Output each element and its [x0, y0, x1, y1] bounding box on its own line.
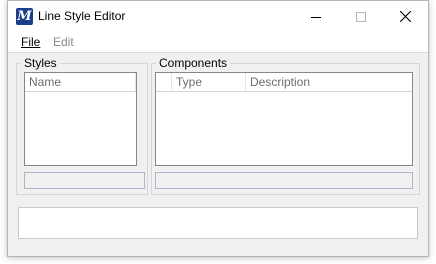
- maximize-icon: [355, 11, 366, 22]
- app-icon[interactable]: M: [16, 8, 33, 25]
- close-button[interactable]: [383, 1, 428, 32]
- styles-list-header: Name: [25, 73, 136, 92]
- column-header-description[interactable]: Description: [246, 73, 412, 91]
- components-list[interactable]: Type Description: [155, 72, 413, 166]
- menu-file[interactable]: File: [21, 35, 40, 49]
- styles-list[interactable]: Name: [24, 72, 137, 166]
- window-title: Line Style Editor: [38, 9, 126, 23]
- minimize-icon: [310, 16, 321, 18]
- style-name-field[interactable]: [24, 172, 145, 189]
- column-header-blank[interactable]: [156, 73, 172, 91]
- menu-bar: File Edit: [8, 32, 428, 53]
- styles-group-label: Styles: [21, 56, 60, 70]
- column-header-type[interactable]: Type: [172, 73, 246, 91]
- line-style-preview-box: [18, 207, 418, 239]
- maximize-button[interactable]: [338, 1, 383, 32]
- minimize-button[interactable]: [293, 1, 338, 32]
- line-style-editor-window: M Line Style Editor File Edit Styles Nam…: [7, 0, 429, 257]
- menu-edit[interactable]: Edit: [53, 35, 74, 49]
- column-header-name[interactable]: Name: [25, 73, 136, 91]
- close-icon: [400, 11, 411, 22]
- title-bar[interactable]: M Line Style Editor: [8, 1, 428, 32]
- components-list-header: Type Description: [156, 73, 412, 92]
- component-description-field[interactable]: [155, 172, 413, 189]
- components-group-label: Components: [156, 56, 231, 70]
